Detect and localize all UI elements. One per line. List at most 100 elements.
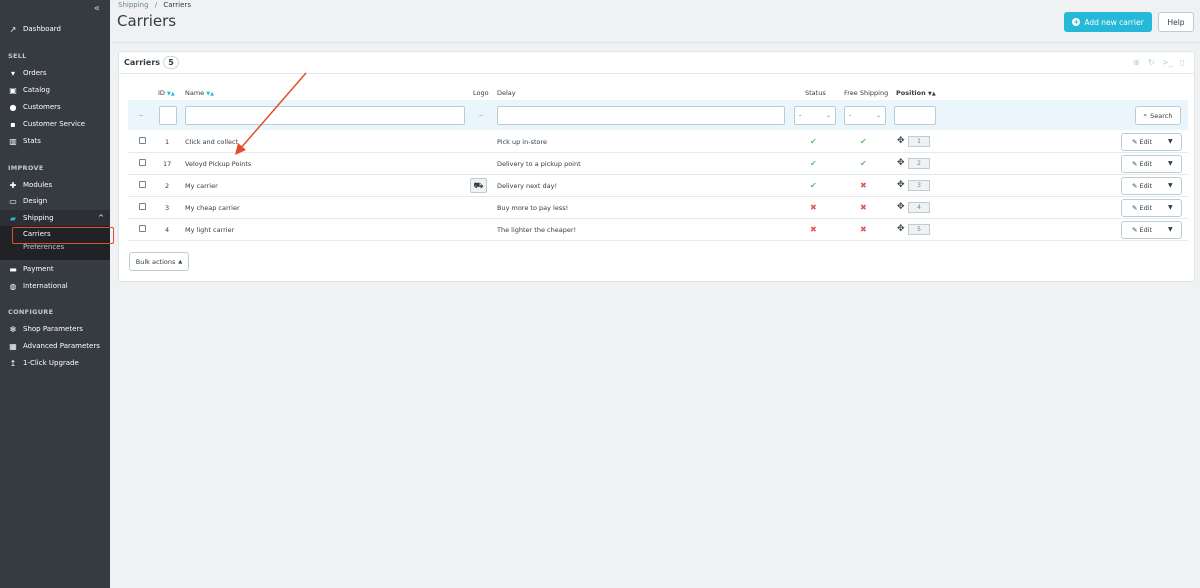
collapse-sidebar-icon[interactable]: « xyxy=(94,3,100,14)
nav-orders[interactable]: ▾ Orders xyxy=(0,65,110,81)
sort-icon[interactable]: ▼▲ xyxy=(206,91,214,97)
check-icon[interactable]: ✔ xyxy=(810,137,817,146)
row-checkbox[interactable] xyxy=(139,203,146,210)
upload-icon: ↥ xyxy=(9,358,17,368)
check-icon[interactable]: ✔ xyxy=(810,159,817,168)
filter-free-select[interactable]: - ⌄ xyxy=(844,106,886,125)
filter-status-select[interactable]: - ⌄ xyxy=(794,106,836,125)
add-icon[interactable]: ⊕ xyxy=(1133,58,1140,67)
nav-design-label: Design xyxy=(23,197,48,205)
filter-position-input[interactable] xyxy=(894,106,936,125)
breadcrumb-parent[interactable]: Shipping xyxy=(118,1,149,9)
nav-catalog[interactable]: ▣ Catalog xyxy=(0,82,110,98)
table-row[interactable]: 17 Veloyd Pickup Points Delivery to a pi… xyxy=(128,153,1188,175)
col-position[interactable]: Position ▼▲ xyxy=(896,89,936,97)
help-button[interactable]: Help xyxy=(1158,12,1194,32)
nav-customers-label: Customers xyxy=(23,103,61,111)
nav-advanced-parameters[interactable]: ▦ Advanced Parameters xyxy=(0,338,110,354)
pencil-icon: ✎ xyxy=(1132,204,1138,212)
table-row[interactable]: 3 My cheap carrier Buy more to pay less!… xyxy=(128,197,1188,219)
drag-handle-icon[interactable]: ✥ xyxy=(897,202,905,212)
trash-icon[interactable]: ▯ xyxy=(1180,58,1184,67)
sort-icon[interactable]: ▼▲ xyxy=(928,91,936,97)
row-delay: Delivery to a pickup point xyxy=(497,160,581,168)
caret-down-icon[interactable]: ▼ xyxy=(1168,226,1173,233)
row-checkbox[interactable] xyxy=(139,225,146,232)
nav-customer-service[interactable]: ▪ Customer Service xyxy=(0,116,110,132)
filter-id-input[interactable] xyxy=(159,106,177,125)
drag-handle-icon[interactable]: ✥ xyxy=(897,180,905,190)
edit-button[interactable]: ✎ Edit ▼ xyxy=(1121,177,1182,195)
nav-international[interactable]: ◍ International xyxy=(0,278,110,294)
nav-shipping[interactable]: ▰ Shipping ^ xyxy=(0,210,110,226)
header-divider xyxy=(110,42,1200,43)
edit-button[interactable]: ✎ Edit ▼ xyxy=(1121,133,1182,151)
refresh-icon[interactable]: ↻ xyxy=(1148,58,1155,67)
nav-design[interactable]: ▭ Design xyxy=(0,193,110,209)
row-name: My light carrier xyxy=(185,226,235,234)
caret-down-icon[interactable]: ▼ xyxy=(1168,204,1173,211)
caret-down-icon[interactable]: ▼ xyxy=(1168,182,1173,189)
nav-preferences[interactable]: Preferences xyxy=(23,243,64,251)
row-checkbox[interactable] xyxy=(139,159,146,166)
caret-down-icon[interactable]: ▼ xyxy=(1168,138,1173,145)
nav-catalog-label: Catalog xyxy=(23,86,50,94)
check-icon[interactable]: ✔ xyxy=(860,137,867,146)
check-icon[interactable]: ✔ xyxy=(810,181,817,190)
count-badge: 5 xyxy=(163,56,179,69)
drag-handle-icon[interactable]: ✥ xyxy=(897,136,905,146)
drag-handle-icon[interactable]: ✥ xyxy=(897,158,905,168)
caret-down-icon[interactable]: ▼ xyxy=(1168,160,1173,167)
filter-row: -- -- - ⌄ - ⌄ ⌕ Search xyxy=(128,100,1188,130)
chevron-up-icon: ^ xyxy=(98,214,104,222)
row-name: My cheap carrier xyxy=(185,204,240,212)
cross-icon[interactable]: ✖ xyxy=(810,203,817,212)
filter-name-input[interactable] xyxy=(185,106,465,125)
row-checkbox[interactable] xyxy=(139,181,146,188)
nav-payment[interactable]: ▬ Payment xyxy=(0,261,110,277)
add-new-carrier-button[interactable]: + Add new carrier xyxy=(1064,12,1152,32)
edit-button[interactable]: ✎ Edit ▼ xyxy=(1121,155,1182,173)
search-button[interactable]: ⌕ Search xyxy=(1135,106,1181,125)
sort-icon[interactable]: ▼▲ xyxy=(167,91,175,97)
col-id[interactable]: ID ▼▲ xyxy=(158,89,175,97)
basket-icon: ▾ xyxy=(10,68,15,78)
nav-stats[interactable]: ▥ Stats xyxy=(0,133,110,149)
filter-delay-input[interactable] xyxy=(497,106,785,125)
row-id: 2 xyxy=(165,182,170,190)
row-checkbox[interactable] xyxy=(139,137,146,144)
cross-icon[interactable]: ✖ xyxy=(860,203,867,212)
pencil-icon: ✎ xyxy=(1132,160,1138,168)
nav-modules[interactable]: ✚ Modules xyxy=(0,177,110,193)
cross-icon[interactable]: ✖ xyxy=(860,225,867,234)
search-label: Search xyxy=(1150,111,1173,120)
nav-dashboard[interactable]: ↗ Dashboard xyxy=(0,21,110,37)
credit-card-icon: ▬ xyxy=(9,264,17,274)
edit-label: Edit xyxy=(1139,226,1153,234)
nav-payment-label: Payment xyxy=(23,265,54,273)
edit-button[interactable]: ✎ Edit ▼ xyxy=(1121,221,1182,239)
panel-header: Carriers 5 ⊕ ↻ >_ ▯ xyxy=(119,52,1194,74)
breadcrumb-sep: / xyxy=(154,1,158,9)
table-row[interactable]: 1 Click and collect Pick up in-store ✔ ✔… xyxy=(128,131,1188,153)
check-icon[interactable]: ✔ xyxy=(860,159,867,168)
nav-shop-parameters[interactable]: ✻ Shop Parameters xyxy=(0,321,110,337)
carriers-panel: Carriers 5 ⊕ ↻ >_ ▯ ID ▼▲ Name ▼▲ Logo D… xyxy=(118,51,1195,282)
edit-button[interactable]: ✎ Edit ▼ xyxy=(1121,199,1182,217)
row-delay: Buy more to pay less! xyxy=(497,204,569,212)
cross-icon[interactable]: ✖ xyxy=(810,225,817,234)
col-name[interactable]: Name ▼▲ xyxy=(185,89,214,97)
row-id: 3 xyxy=(165,204,170,212)
nav-upgrade[interactable]: ↥ 1-Click Upgrade xyxy=(0,355,110,371)
drag-handle-icon[interactable]: ✥ xyxy=(897,224,905,234)
bulk-actions-label: Bulk actions xyxy=(135,257,176,266)
cross-icon[interactable]: ✖ xyxy=(860,181,867,190)
sql-icon[interactable]: >_ xyxy=(1162,58,1173,67)
nav-customers[interactable]: ● Customers xyxy=(0,99,110,115)
trending-icon: ↗ xyxy=(9,24,17,34)
table-row[interactable]: 2 My carrier ⛟ Delivery next day! ✔ ✖ ✥ … xyxy=(128,175,1188,197)
bulk-actions-button[interactable]: Bulk actions ▲ xyxy=(129,252,189,271)
table-row[interactable]: 4 My light carrier The lighter the cheap… xyxy=(128,219,1188,241)
nav-section-improve: IMPROVE xyxy=(8,164,44,172)
highlight-box xyxy=(12,227,114,244)
